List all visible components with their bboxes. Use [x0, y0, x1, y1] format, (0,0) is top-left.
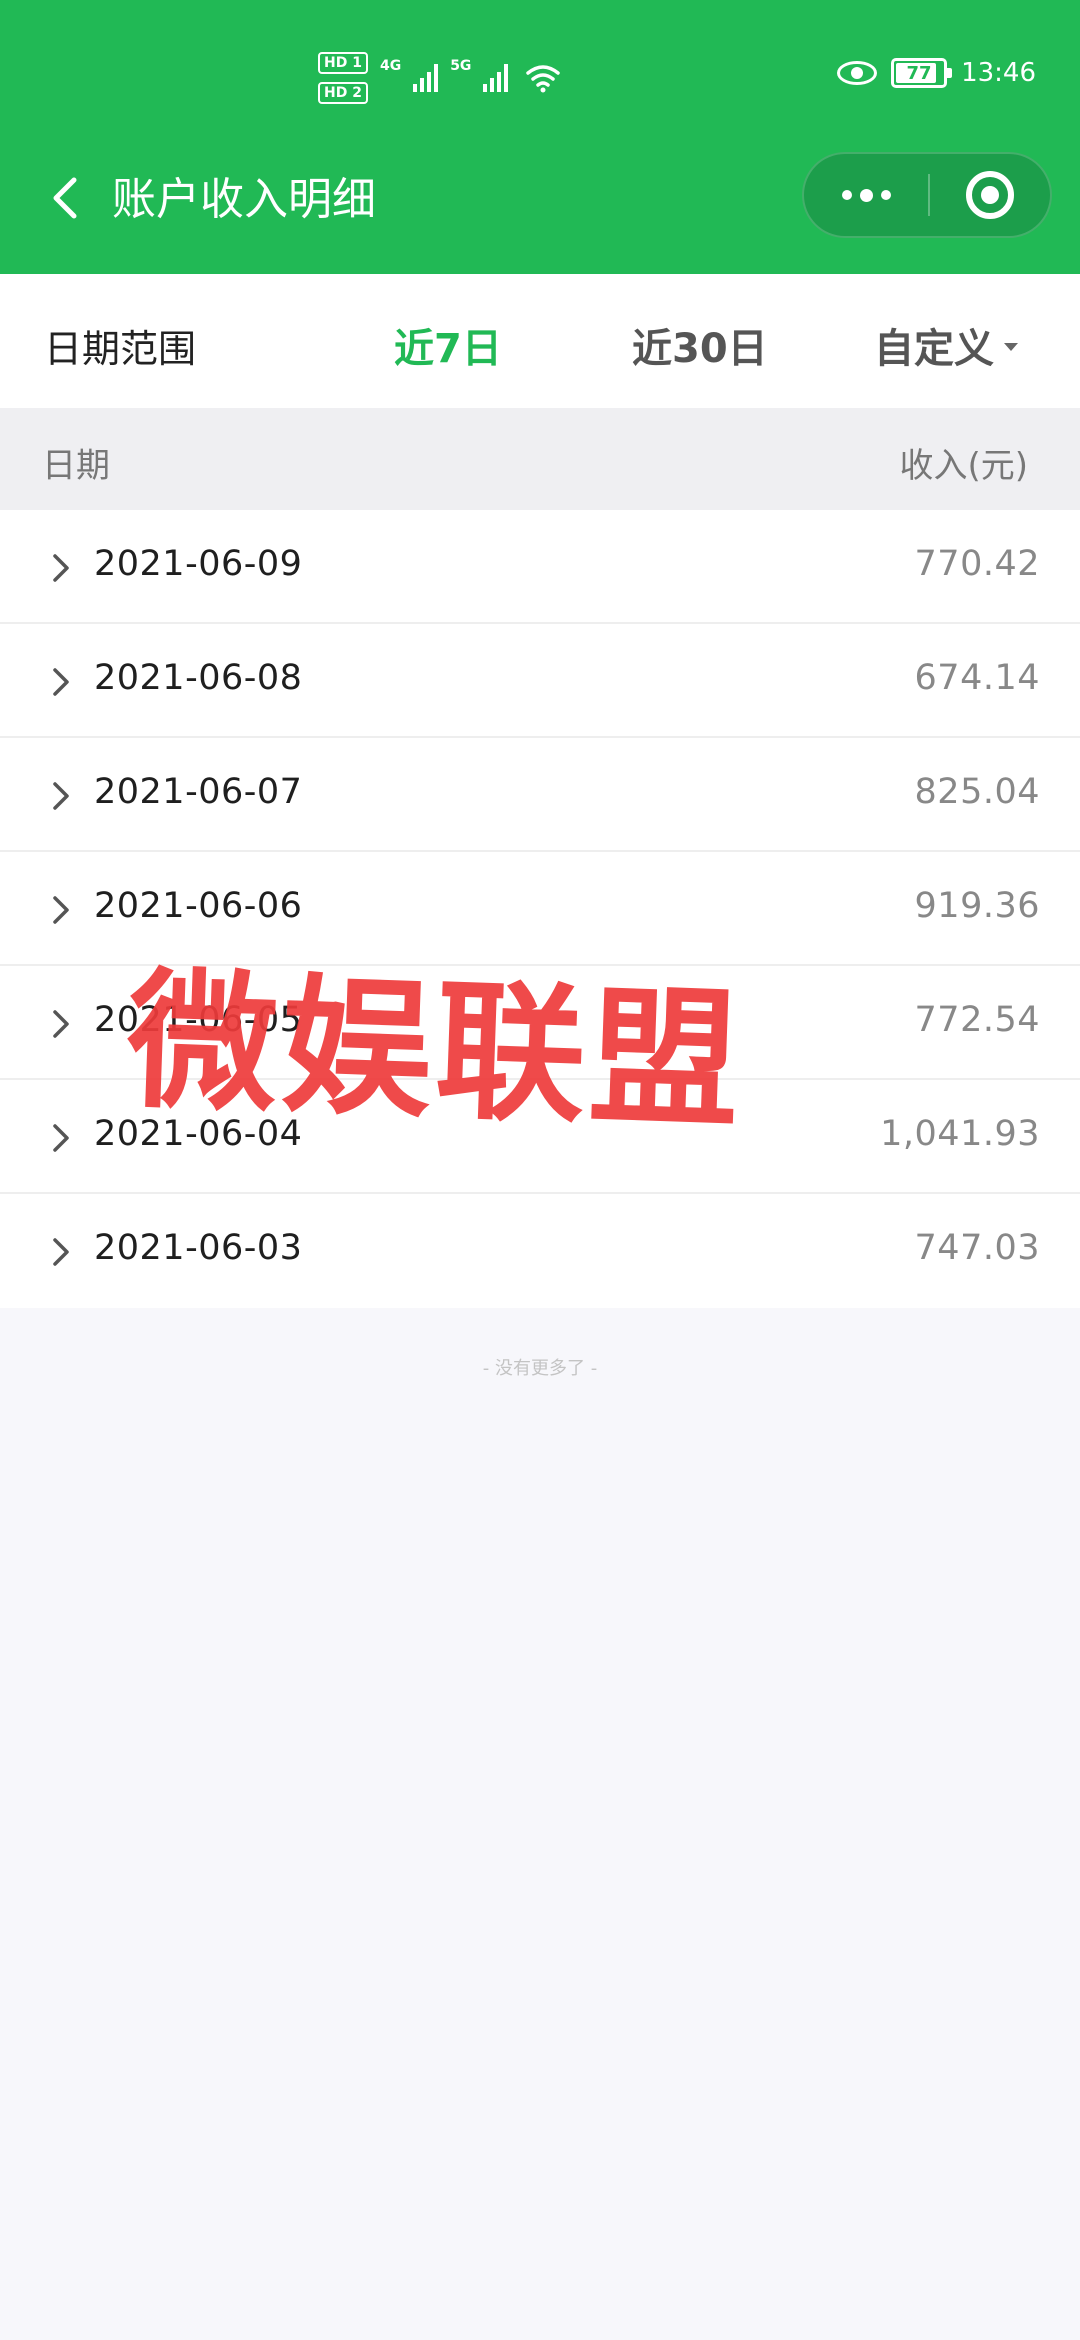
column-header-date: 日期 [42, 446, 110, 486]
date-range-filter: 日期范围 近7日 近30日 自定义 [0, 274, 1080, 408]
page-title: 账户收入明细 [112, 174, 376, 225]
close-mini-program-button[interactable] [930, 154, 1050, 236]
chevron-right-icon [53, 896, 69, 924]
table-row[interactable]: 2021-06-03 747.03 [0, 1194, 1080, 1308]
eye-icon [837, 61, 878, 85]
table-row[interactable]: 2021-06-07 825.04 [0, 738, 1080, 852]
filter-custom[interactable]: 自定义 [874, 316, 1018, 374]
header: HD 1 HD 2 4G 5G 77 13:46 账户收入明细 [0, 0, 1080, 274]
chevron-right-icon [53, 1010, 69, 1038]
battery-icon: 77 [891, 58, 953, 88]
row-amount: 772.54 [914, 1000, 1040, 1040]
network-4g-label: 4G [379, 58, 402, 74]
more-dots-icon[interactable] [804, 154, 928, 236]
hd-indicators: HD 1 HD 2 [318, 52, 368, 104]
status-bar: HD 1 HD 2 4G 5G 77 13:46 [0, 0, 1080, 150]
table-row[interactable]: 2021-06-08 674.14 [0, 624, 1080, 738]
date-range-label: 日期范围 [44, 327, 197, 371]
row-date: 2021-06-08 [94, 658, 303, 698]
caret-down-icon [1004, 343, 1018, 351]
column-header-income: 收入(元) [899, 446, 1028, 486]
chevron-right-icon [53, 554, 69, 582]
row-amount: 747.03 [914, 1228, 1040, 1268]
signal-icon [413, 64, 439, 92]
filter-custom-label: 自定义 [874, 326, 994, 372]
row-amount: 1,041.93 [880, 1114, 1040, 1154]
nav-bar: 账户收入明细 [0, 150, 1080, 274]
chevron-right-icon [53, 782, 69, 810]
battery-level: 77 [906, 62, 932, 84]
chevron-right-icon [53, 1124, 69, 1152]
watermark-text: 微娱联盟 [124, 954, 747, 1150]
row-amount: 770.42 [914, 544, 1040, 584]
row-date: 2021-06-06 [94, 886, 303, 926]
filter-last-7-days[interactable]: 近7日 [394, 316, 502, 374]
status-left: HD 1 HD 2 4G 5G [318, 48, 561, 108]
row-amount: 825.04 [914, 772, 1040, 812]
network-5g-label: 5G [450, 58, 472, 74]
income-list: 2021-06-09 770.42 2021-06-08 674.14 2021… [0, 510, 1080, 1308]
row-amount: 919.36 [914, 886, 1040, 926]
row-date: 2021-06-07 [94, 772, 303, 812]
status-right: 77 13:46 [837, 58, 1036, 88]
hd2-badge: HD 2 [318, 82, 368, 104]
chevron-right-icon [53, 1238, 69, 1266]
chevron-left-icon[interactable] [48, 176, 84, 220]
row-date: 2021-06-09 [94, 544, 303, 584]
target-icon [966, 171, 1014, 219]
row-amount: 674.14 [914, 658, 1040, 698]
no-more-note: - 没有更多了 - [482, 1358, 598, 1379]
hd1-badge: HD 1 [318, 52, 368, 74]
signal-icon-2 [483, 64, 509, 92]
filter-last-30-days[interactable]: 近30日 [632, 316, 768, 374]
mini-program-capsule [802, 152, 1052, 238]
table-header: 日期 收入(元) [0, 408, 1080, 510]
clock: 13:46 [961, 58, 1036, 88]
row-date: 2021-06-03 [94, 1228, 303, 1268]
table-row[interactable]: 2021-06-09 770.42 [0, 510, 1080, 624]
wifi-icon [526, 65, 561, 93]
chevron-right-icon [53, 668, 69, 696]
